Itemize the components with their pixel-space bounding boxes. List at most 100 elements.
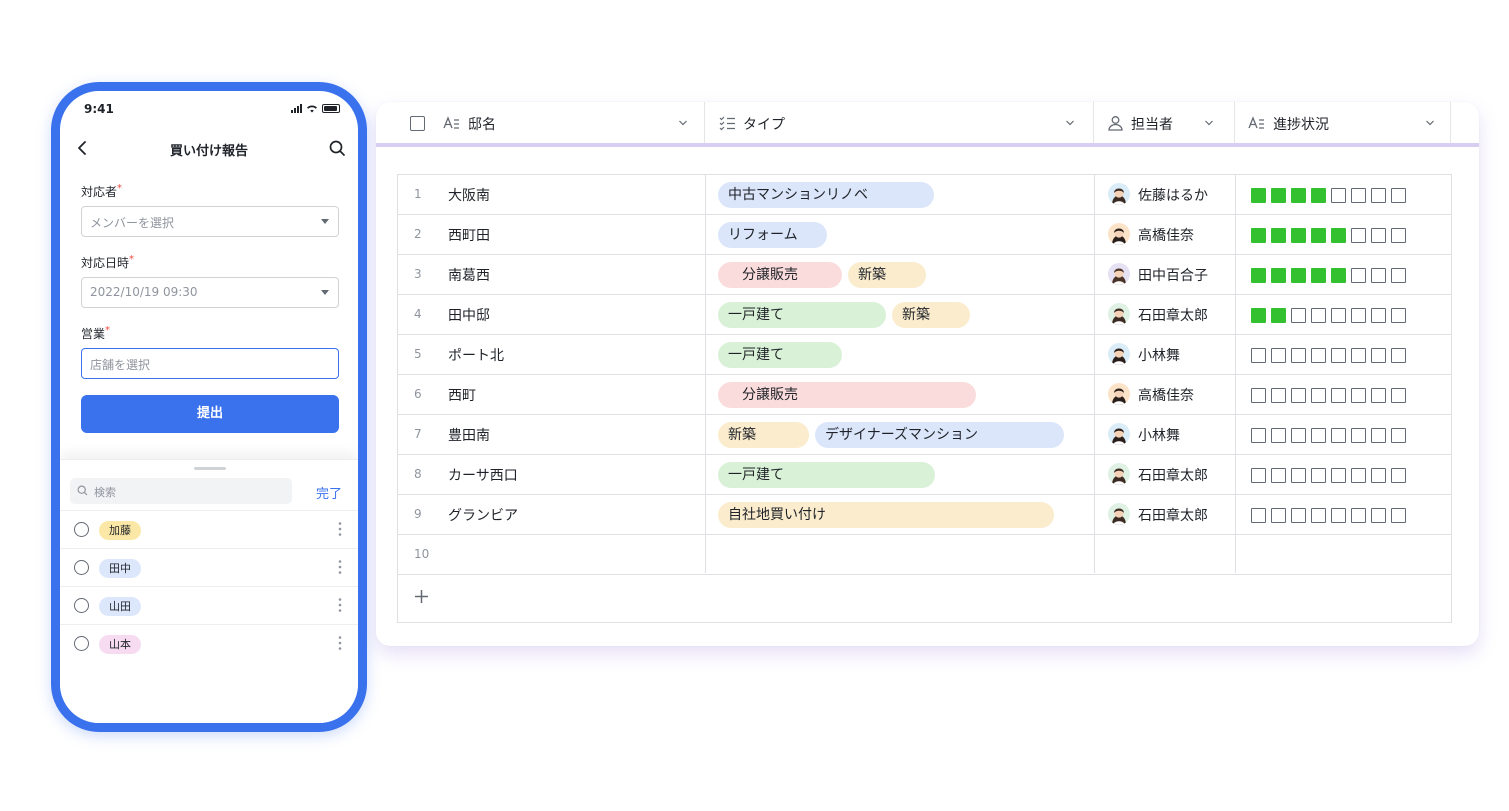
progress-checkbox[interactable] <box>1391 468 1406 483</box>
progress-checkbox[interactable] <box>1271 388 1286 403</box>
progress-checkbox[interactable] <box>1311 228 1326 243</box>
progress-checkbox[interactable] <box>1351 428 1366 443</box>
progress-checkbox[interactable] <box>1291 188 1306 203</box>
progress-checkbox[interactable] <box>1271 428 1286 443</box>
progress-checkbox[interactable] <box>1351 228 1366 243</box>
progress-checkbox[interactable] <box>1391 268 1406 283</box>
add-row-plus-icon[interactable] <box>414 589 429 604</box>
progress-checkbox[interactable] <box>1351 188 1366 203</box>
progress-checkbox[interactable] <box>1271 268 1286 283</box>
progress-checkbox[interactable] <box>1311 468 1326 483</box>
progress-checkbox[interactable] <box>1251 468 1266 483</box>
table-row[interactable]: 8 カーサ西口 一戸建て 石田章太郎 <box>398 455 1451 495</box>
option-item[interactable]: 田中 <box>60 548 358 586</box>
progress-checkbox[interactable] <box>1371 348 1386 363</box>
progress-checkbox[interactable] <box>1291 428 1306 443</box>
progress-checkbox[interactable] <box>1311 428 1326 443</box>
more-vertical-icon[interactable] <box>338 559 342 575</box>
progress-checkbox[interactable] <box>1351 468 1366 483</box>
progress-checkbox[interactable] <box>1331 188 1346 203</box>
store-input[interactable]: 店舗を選択 <box>81 348 339 379</box>
progress-checkbox[interactable] <box>1271 508 1286 523</box>
progress-checkbox[interactable] <box>1331 468 1346 483</box>
progress-checkbox[interactable] <box>1391 188 1406 203</box>
table-row[interactable]: 7 豊田南 新築 デザイナーズマンション 小林舞 <box>398 415 1451 455</box>
table-row[interactable]: 10 <box>398 535 1451 575</box>
table-row[interactable]: 1 大阪南 中古マンションリノベ 佐藤はるか <box>398 175 1451 215</box>
progress-checkbox[interactable] <box>1331 308 1346 323</box>
progress-checkbox[interactable] <box>1251 308 1266 323</box>
progress-checkbox[interactable] <box>1311 268 1326 283</box>
progress-checkbox[interactable] <box>1351 268 1366 283</box>
progress-checkbox[interactable] <box>1251 268 1266 283</box>
radio-button[interactable] <box>74 598 89 613</box>
progress-checkbox[interactable] <box>1251 348 1266 363</box>
progress-checkbox[interactable] <box>1331 508 1346 523</box>
progress-checkbox[interactable] <box>1391 308 1406 323</box>
progress-checkbox[interactable] <box>1391 388 1406 403</box>
progress-checkbox[interactable] <box>1271 468 1286 483</box>
search-icon[interactable] <box>328 139 346 157</box>
progress-checkbox[interactable] <box>1351 388 1366 403</box>
table-row[interactable]: 5 ポート北 一戸建て 小林舞 <box>398 335 1451 375</box>
progress-checkbox[interactable] <box>1291 348 1306 363</box>
progress-checkbox[interactable] <box>1331 228 1346 243</box>
progress-checkbox[interactable] <box>1291 268 1306 283</box>
progress-checkbox[interactable] <box>1391 428 1406 443</box>
more-vertical-icon[interactable] <box>338 521 342 537</box>
progress-checkbox[interactable] <box>1371 228 1386 243</box>
table-row[interactable]: 9 グランビア 自社地買い付け 石田章太郎 <box>398 495 1451 535</box>
datetime-select[interactable]: 2022/10/19 09:30 <box>81 277 339 308</box>
assignee-select[interactable]: メンバーを選択 <box>81 206 339 237</box>
column-header-name[interactable]: 邸名 <box>376 102 705 143</box>
progress-checkbox[interactable] <box>1351 348 1366 363</box>
more-vertical-icon[interactable] <box>338 597 342 613</box>
column-header-type[interactable]: タイプ <box>705 102 1094 143</box>
progress-checkbox[interactable] <box>1251 188 1266 203</box>
progress-checkbox[interactable] <box>1271 228 1286 243</box>
chevron-down-icon[interactable] <box>1426 119 1434 127</box>
progress-checkbox[interactable] <box>1291 388 1306 403</box>
radio-button[interactable] <box>74 560 89 575</box>
select-all-checkbox[interactable] <box>410 116 425 131</box>
progress-checkbox[interactable] <box>1271 188 1286 203</box>
table-row[interactable]: 4 田中邸 一戸建て 新築 石田章太郎 <box>398 295 1451 335</box>
table-row[interactable]: 3 南葛西 分譲販売 新築 田中百合子 <box>398 255 1451 295</box>
option-item[interactable]: 山本 <box>60 624 358 662</box>
progress-checkbox[interactable] <box>1351 308 1366 323</box>
progress-checkbox[interactable] <box>1371 388 1386 403</box>
progress-checkbox[interactable] <box>1391 228 1406 243</box>
progress-checkbox[interactable] <box>1311 388 1326 403</box>
progress-checkbox[interactable] <box>1311 348 1326 363</box>
progress-checkbox[interactable] <box>1251 428 1266 443</box>
progress-checkbox[interactable] <box>1331 348 1346 363</box>
column-header-assignee[interactable]: 担当者 <box>1094 102 1235 143</box>
progress-checkbox[interactable] <box>1311 508 1326 523</box>
progress-checkbox[interactable] <box>1311 308 1326 323</box>
progress-checkbox[interactable] <box>1311 188 1326 203</box>
radio-button[interactable] <box>74 636 89 651</box>
progress-checkbox[interactable] <box>1251 388 1266 403</box>
progress-checkbox[interactable] <box>1371 188 1386 203</box>
progress-checkbox[interactable] <box>1371 268 1386 283</box>
option-item[interactable]: 加藤 <box>60 510 358 548</box>
table-row[interactable]: 6 西町 分譲販売 高橋佳奈 <box>398 375 1451 415</box>
progress-checkbox[interactable] <box>1291 228 1306 243</box>
progress-checkbox[interactable] <box>1331 388 1346 403</box>
column-header-progress[interactable]: 進捗状況 <box>1235 102 1451 143</box>
chevron-down-icon[interactable] <box>1205 119 1213 127</box>
progress-checkbox[interactable] <box>1371 468 1386 483</box>
progress-checkbox[interactable] <box>1271 308 1286 323</box>
radio-button[interactable] <box>74 522 89 537</box>
progress-checkbox[interactable] <box>1391 508 1406 523</box>
progress-checkbox[interactable] <box>1371 428 1386 443</box>
submit-button[interactable]: 提出 <box>81 395 339 433</box>
progress-checkbox[interactable] <box>1391 348 1406 363</box>
chevron-down-icon[interactable] <box>1066 119 1074 127</box>
progress-checkbox[interactable] <box>1251 508 1266 523</box>
sheet-grabber[interactable] <box>194 467 226 470</box>
chevron-down-icon[interactable] <box>679 119 687 127</box>
progress-checkbox[interactable] <box>1271 348 1286 363</box>
more-vertical-icon[interactable] <box>338 635 342 651</box>
progress-checkbox[interactable] <box>1291 508 1306 523</box>
